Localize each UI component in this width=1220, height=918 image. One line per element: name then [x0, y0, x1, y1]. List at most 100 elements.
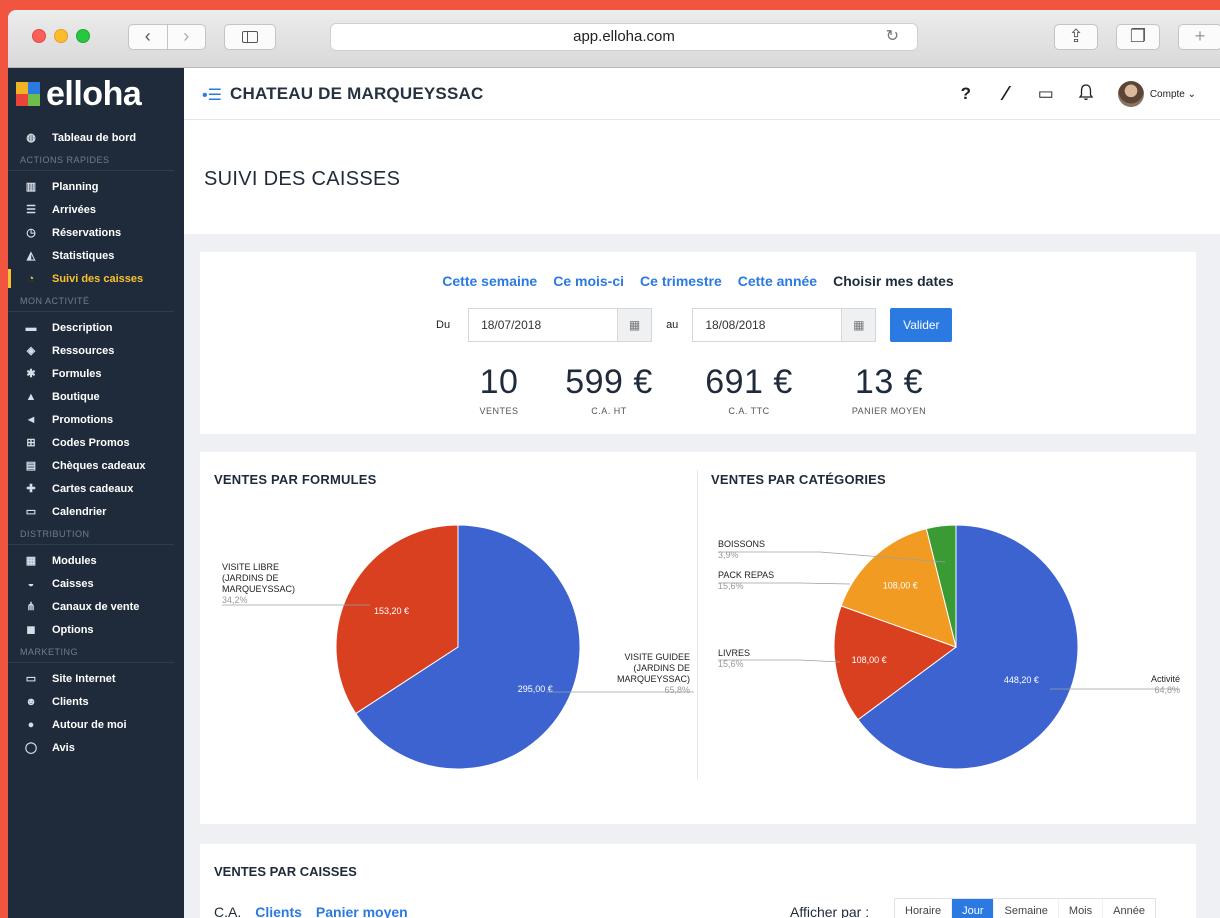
- sidebar-item-promotions[interactable]: ◄ Promotions: [8, 408, 184, 431]
- address-bar[interactable]: app.elloha.com ↻: [330, 23, 918, 51]
- account-menu[interactable]: Compte ⌄: [1150, 89, 1196, 100]
- gift-icon: ✚: [26, 483, 36, 495]
- sidebar-item-label: Tableau de bord: [52, 131, 137, 144]
- elloha-logo[interactable]: elloha: [8, 68, 184, 120]
- cash-register-icon: ◔: [27, 272, 35, 285]
- sidebar-item-options[interactable]: ◼ Options: [8, 618, 184, 641]
- granularity-semaine[interactable]: Semaine: [994, 899, 1059, 918]
- sidebar-section-heading: MON ACTIVITÉ: [8, 290, 174, 312]
- users-icon: ☻: [25, 695, 37, 708]
- monitor-icon[interactable]: ▭: [1026, 84, 1066, 104]
- sidebar-item-planning[interactable]: ▥ Planning: [8, 175, 184, 198]
- slice-name-label: Activité: [1151, 674, 1180, 684]
- granularity-annee[interactable]: Année: [1103, 899, 1155, 918]
- to-date-field[interactable]: 18/08/2018 ▦: [692, 308, 877, 342]
- slice-value-label: 448,20 €: [1004, 675, 1039, 685]
- magic-wand-icon[interactable]: ⁄: [986, 83, 1026, 106]
- zoom-window-button[interactable]: [76, 29, 90, 43]
- period-tab-ce-mois-ci[interactable]: Ce mois-ci: [553, 273, 624, 289]
- close-window-button[interactable]: [32, 29, 46, 43]
- header-actions: ? ⁄ ▭ Compte ⌄: [946, 80, 1196, 108]
- slice-name-label: LIVRES: [718, 648, 750, 658]
- period-tab-cette-semaine[interactable]: Cette semaine: [442, 273, 537, 289]
- period-tab-ce-trimestre[interactable]: Ce trimestre: [640, 273, 722, 289]
- sidebar-item-ressources[interactable]: ◈ Ressources: [8, 339, 184, 362]
- from-label: Du: [436, 319, 451, 331]
- voucher-icon: ▤: [25, 460, 37, 472]
- to-label: au: [666, 319, 679, 331]
- slice-name-label: MARQUEYSSAC): [222, 584, 295, 594]
- elloha-logo-mark: [16, 82, 40, 106]
- sidebar-item-tableau-de-bord[interactable]: ◍ Tableau de bord: [8, 126, 184, 149]
- minimize-window-button[interactable]: [54, 29, 68, 43]
- granularity-jour[interactable]: Jour: [952, 899, 995, 918]
- sidebar-item-label: Formules: [52, 367, 102, 380]
- kpi-row: 10 VENTES 599 € C.A. HT 691 € C.A. TTC 13 € PAN…: [464, 362, 964, 416]
- dashboard-icon: ◍: [26, 132, 36, 144]
- calendar-icon[interactable]: ▦: [617, 309, 652, 341]
- slice-name-label: (JARDINS DE: [633, 663, 690, 673]
- logo-square: [16, 82, 28, 94]
- sidebar-item-clients[interactable]: ☻ Clients: [8, 690, 184, 713]
- sidebar-item-arrivees[interactable]: ☰ Arrivées: [8, 198, 184, 221]
- back-button[interactable]: ‹: [129, 25, 167, 49]
- statistics-icon: ◭: [26, 250, 36, 262]
- sidebar-section-heading: MARKETING: [8, 641, 174, 663]
- calendar-icon[interactable]: ▦: [841, 309, 876, 341]
- sidebar-item-canaux-de-vente[interactable]: ⋔ Canaux de vente: [8, 595, 184, 618]
- menu-toggle-icon[interactable]: •☰: [202, 85, 222, 105]
- new-tab-button[interactable]: +: [1178, 24, 1220, 50]
- show-by-label: Afficher par :: [790, 904, 870, 918]
- sidebar-item-reservations[interactable]: ◷ Réservations: [8, 221, 184, 244]
- kpi-value: 599 €: [565, 363, 653, 401]
- period-tab-cette-annee[interactable]: Cette année: [738, 273, 817, 289]
- sidebar-item-statistiques[interactable]: ◭ Statistiques: [8, 244, 184, 267]
- validate-button[interactable]: Valider: [890, 308, 953, 342]
- sidebar-item-avis[interactable]: ◯ Avis: [8, 736, 184, 759]
- logo-square: [28, 82, 40, 94]
- avatar[interactable]: [1117, 81, 1144, 107]
- forward-button[interactable]: ›: [166, 25, 206, 49]
- sidebar-item-autour-de-moi[interactable]: ● Autour de moi: [8, 713, 184, 736]
- bell-icon[interactable]: [1066, 83, 1106, 106]
- metric-tab-clients[interactable]: Clients: [255, 904, 302, 918]
- from-date-field[interactable]: 18/07/2018 ▦: [468, 308, 653, 342]
- period-tab-choisir-mes-dates[interactable]: Choisir mes dates: [833, 273, 954, 289]
- sidebar-item-label: Chèques cadeaux: [52, 459, 146, 472]
- sidebar-item-suivi-des-caisses[interactable]: ◔ Suivi des caisses: [8, 267, 184, 290]
- url-text: app.elloha.com: [573, 28, 675, 45]
- reload-icon[interactable]: ↻: [886, 24, 899, 50]
- slice-name-label: PACK REPAS: [718, 570, 774, 580]
- sidebar-item-label: Clients: [52, 695, 89, 708]
- slice-name-label: VISITE LIBRE: [222, 562, 279, 572]
- sidebar-item-label: Arrivées: [52, 203, 97, 216]
- metric-tab-c-a[interactable]: C.A.: [214, 904, 241, 918]
- sidebar-item-caisses[interactable]: ◒ Caisses: [8, 572, 184, 595]
- sidebar-item-label: Autour de moi: [52, 718, 127, 731]
- register-icon: ◒: [27, 577, 35, 590]
- sidebar-item-calendrier[interactable]: ▭ Calendrier: [8, 500, 184, 523]
- kpi-c-a-ht: 599 € C.A. HT: [534, 362, 684, 416]
- metric-tab-panier-moyen[interactable]: Panier moyen: [316, 904, 408, 918]
- share-button[interactable]: ⇪: [1054, 24, 1098, 50]
- to-date-value: 18/08/2018: [705, 318, 766, 332]
- sidebar-toggle-button[interactable]: [224, 24, 276, 50]
- slice-value-label: 108,00 €: [883, 581, 918, 591]
- kpi-value: 691 €: [705, 363, 793, 401]
- granularity-horaire[interactable]: Horaire: [895, 899, 953, 918]
- kpi-c-a-ttc: 691 € C.A. TTC: [684, 362, 814, 416]
- sidebar-item-description[interactable]: ▬ Description: [8, 316, 184, 339]
- sidebar-item-cartes-cadeaux[interactable]: ✚ Cartes cadeaux: [8, 477, 184, 500]
- tabs-overview-button[interactable]: ❐: [1116, 24, 1160, 50]
- sidebar-item-formules[interactable]: ✱ Formules: [8, 362, 184, 385]
- help-icon[interactable]: ?: [946, 84, 986, 104]
- sidebar-item-modules[interactable]: ▦ Modules: [8, 549, 184, 572]
- sidebar-item-cheques-cadeaux[interactable]: ▤ Chèques cadeaux: [8, 454, 184, 477]
- slice-percent-label: 64,8%: [1154, 685, 1180, 695]
- briefcase-icon: ▬: [25, 321, 37, 334]
- sidebar-item-site-internet[interactable]: ▭ Site Internet: [8, 667, 184, 690]
- sidebar-item-codes-promos[interactable]: ⊞ Codes Promos: [8, 431, 184, 454]
- caisses-card: VENTES PAR CAISSES C.A. Clients Panier moy…: [200, 844, 1196, 918]
- granularity-mois[interactable]: Mois: [1059, 899, 1104, 918]
- sidebar-item-boutique[interactable]: ▲ Boutique: [8, 385, 184, 408]
